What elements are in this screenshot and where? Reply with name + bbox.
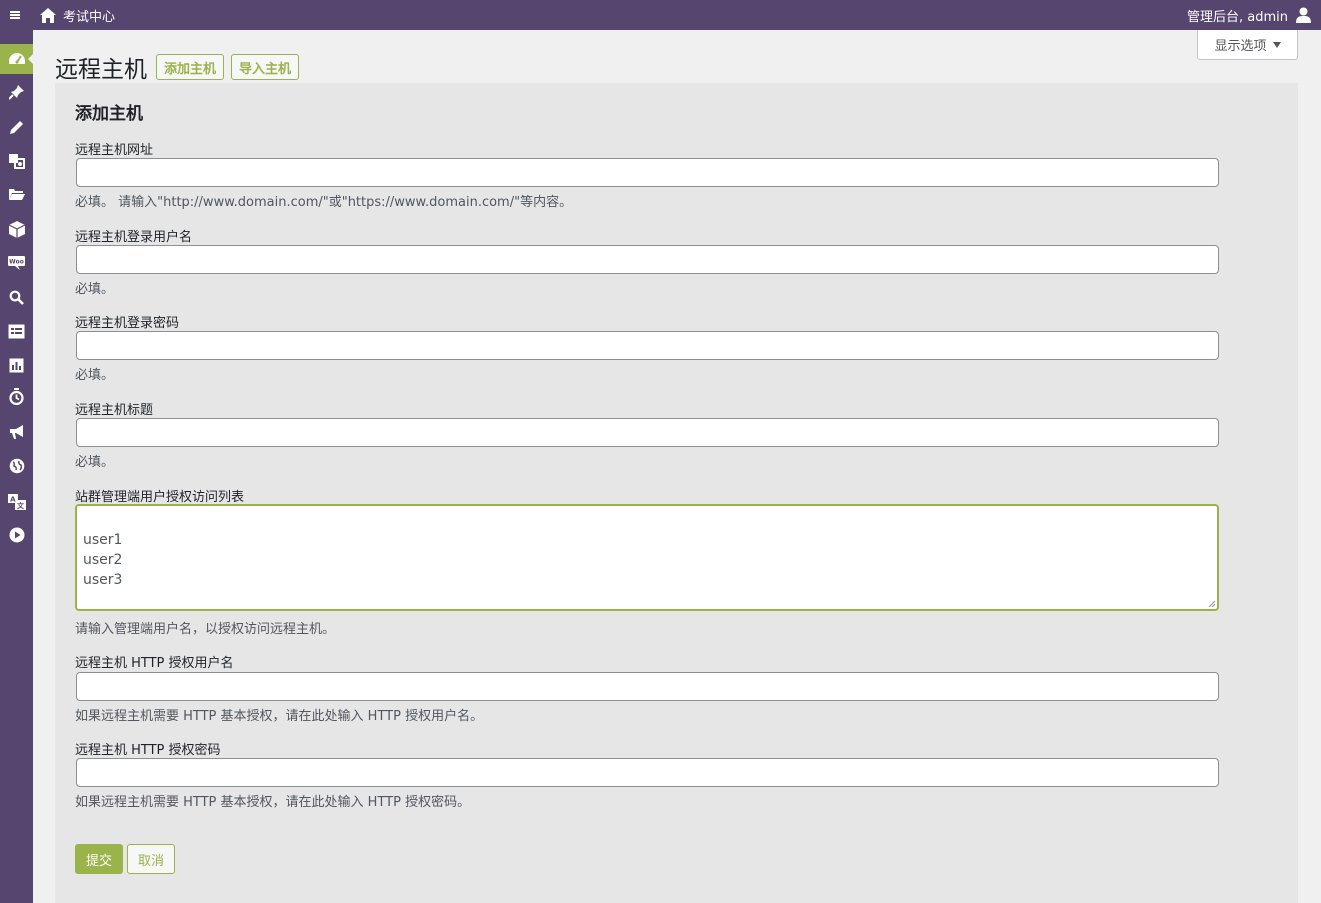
cancel-button[interactable]: 取消 [127, 844, 175, 874]
remote-password-label: 远程主机登录密码 [75, 316, 180, 331]
dashboard-icon [8, 53, 25, 64]
add-host-form: 添加主机 远程主机网址 必填。 请输入"http://www.domain.co… [55, 83, 1298, 903]
remote-username-description: 必填。 [75, 282, 115, 297]
account-menu[interactable]: 管理后台, admin [1187, 0, 1311, 30]
site-home-link[interactable]: 考试中心 [40, 6, 115, 25]
remote-username-label: 远程主机登录用户名 [75, 230, 193, 245]
pencil-icon [10, 120, 23, 134]
folder-icon [9, 189, 25, 200]
remote-username-input[interactable] [76, 245, 1219, 274]
authorized-users-textarea[interactable]: user1 user2 user3 [75, 504, 1219, 611]
translate-icon: A 文 [7, 494, 26, 510]
svg-text:Woo: Woo [9, 259, 24, 266]
screen-options-label: 显示选项 [1214, 39, 1267, 54]
remote-password-input[interactable] [76, 331, 1219, 360]
svg-text:A: A [10, 495, 16, 503]
submit-button[interactable]: 提交 [75, 844, 123, 874]
import-host-button[interactable]: 导入主机 [231, 54, 300, 80]
authorized-users-label: 站群管理端用户授权访问列表 [75, 490, 245, 505]
sidebar-item-media[interactable] [0, 146, 33, 176]
hamburger-icon [10, 11, 20, 19]
site-name: 考试中心 [63, 9, 116, 25]
sidebar-item-woocommerce[interactable]: Woo [0, 248, 33, 278]
admin-sidebar: Woo A 文 [0, 30, 33, 903]
pin-icon [8, 85, 24, 100]
globe-icon [9, 458, 24, 474]
sidebar-item-marketing[interactable] [0, 417, 33, 447]
chart-icon [9, 358, 24, 372]
authorized-users-value: user1 user2 user3 [83, 532, 123, 588]
remote-password-description: 必填。 [75, 368, 115, 383]
caret-down-icon [1272, 41, 1281, 48]
admin-bar: 考试中心 管理后台, admin [0, 0, 1321, 30]
svg-text:文: 文 [17, 501, 25, 510]
sidebar-item-folder[interactable] [0, 179, 33, 209]
main-content: 显示选项 远程主机 添加主机 导入主机 添加主机 远程主机网址 必填。 请输入"… [33, 30, 1321, 903]
page-header: 远程主机 添加主机 导入主机 [55, 50, 300, 84]
sidebar-item-globe[interactable] [0, 451, 33, 481]
home-icon [40, 7, 56, 23]
add-host-button[interactable]: 添加主机 [156, 54, 225, 80]
http-password-description: 如果远程主机需要 HTTP 基本授权，请在此处输入 HTTP 授权密码。 [75, 795, 471, 810]
remote-title-input[interactable] [76, 418, 1219, 447]
clock-icon [9, 387, 24, 405]
screen-options-button[interactable]: 显示选项 [1197, 30, 1298, 60]
media-icon [9, 154, 25, 169]
sidebar-item-clock[interactable] [0, 381, 33, 411]
sidebar-item-forms[interactable] [0, 316, 33, 346]
page-title: 远程主机 [55, 57, 147, 83]
http-username-label: 远程主机 HTTP 授权用户名 [75, 656, 234, 671]
box-icon [8, 220, 25, 238]
sidebar-item-chart[interactable] [0, 350, 33, 380]
remote-url-input[interactable] [76, 158, 1219, 187]
remote-title-label: 远程主机标题 [75, 403, 154, 418]
sidebar-item-video[interactable] [0, 520, 33, 550]
menu-toggle-button[interactable] [0, 0, 30, 30]
remote-url-description: 必填。 请输入"http://www.domain.com/"或"https:/… [75, 195, 573, 210]
http-password-label: 远程主机 HTTP 授权密码 [75, 743, 221, 758]
sidebar-item-translate[interactable]: A 文 [0, 487, 33, 517]
remote-title-description: 必填。 [75, 455, 115, 470]
authorized-users-description: 请输入管理端用户名，以授权访问远程主机。 [75, 622, 336, 637]
http-password-input[interactable] [76, 758, 1219, 787]
search-icon [9, 290, 24, 305]
play-icon [9, 527, 24, 543]
sidebar-item-box[interactable] [0, 214, 33, 244]
account-label: 管理后台, admin [1187, 9, 1288, 25]
sidebar-item-dashboard[interactable] [0, 44, 33, 74]
form-icon [8, 324, 25, 338]
sidebar-item-pin[interactable] [0, 77, 33, 107]
user-icon [1296, 7, 1311, 23]
woo-icon: Woo [8, 256, 25, 270]
http-username-description: 如果远程主机需要 HTTP 基本授权，请在此处输入 HTTP 授权用户名。 [75, 709, 484, 724]
http-username-input[interactable] [76, 672, 1219, 701]
form-heading: 添加主机 [75, 104, 143, 124]
sidebar-item-search[interactable] [0, 282, 33, 312]
sidebar-item-posts[interactable] [0, 112, 33, 142]
megaphone-icon [10, 425, 23, 439]
resize-handle-icon[interactable] [1208, 600, 1215, 607]
remote-url-label: 远程主机网址 [75, 143, 154, 158]
